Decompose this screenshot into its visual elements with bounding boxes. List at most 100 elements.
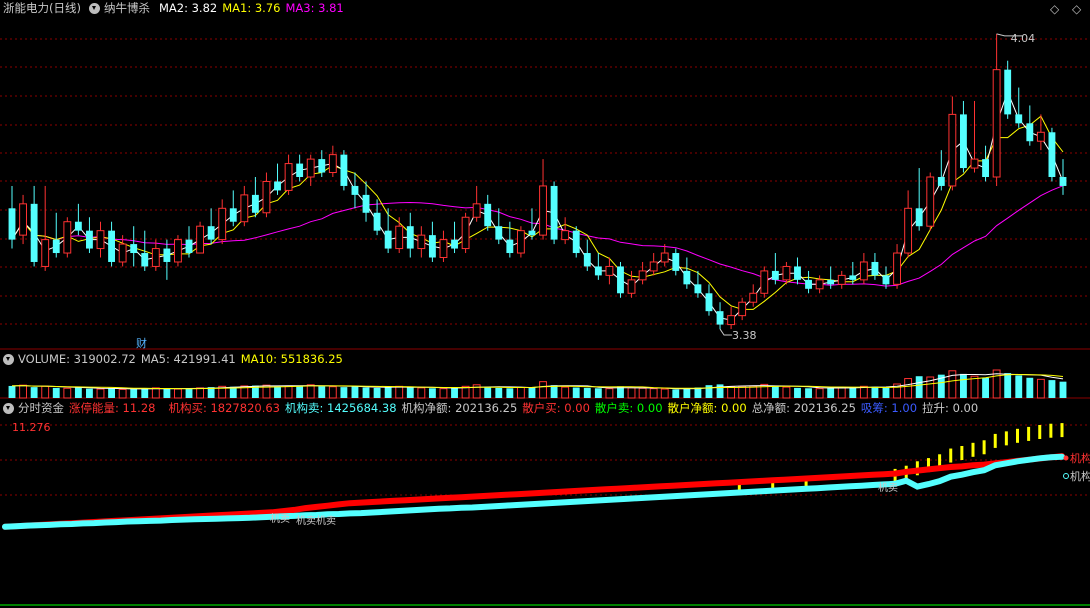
candle-body [8, 208, 16, 240]
candle-body [74, 221, 82, 231]
volume-bar [794, 387, 801, 398]
candle-body [716, 311, 724, 325]
volume-bar [30, 387, 38, 398]
candle-body [196, 225, 205, 254]
candle-body [1026, 123, 1034, 142]
candle-body [992, 69, 1001, 178]
volume-bar [96, 388, 105, 399]
candle-body [63, 221, 72, 254]
volume-bar [284, 385, 293, 399]
candle-body [937, 177, 945, 186]
candle-body [871, 261, 879, 276]
candle-body [185, 239, 193, 254]
candle-body [694, 284, 702, 294]
volume-bar [506, 388, 514, 398]
candle-body [506, 239, 514, 254]
candle-body [108, 230, 115, 262]
volume-bar [484, 387, 492, 398]
volume-bar [141, 388, 149, 398]
volume-bar [163, 388, 171, 398]
candle-body [86, 230, 93, 249]
volume-bar [63, 387, 72, 399]
volume-bar [594, 388, 602, 398]
candle-body [52, 239, 60, 254]
candle-body [982, 159, 989, 177]
candle-body [30, 203, 38, 262]
candle-body [262, 180, 271, 214]
volume-bar [1036, 378, 1045, 399]
volume-bar [174, 388, 182, 399]
volume-bar [805, 388, 812, 398]
candle-body [805, 279, 812, 289]
volume-bar [296, 385, 304, 398]
candle-body [516, 230, 525, 254]
volume-bar [340, 387, 348, 398]
high-label: 4.04 [1011, 32, 1036, 45]
low-label: 3.38 [732, 329, 757, 342]
volume-bar [815, 388, 824, 399]
candle-body [451, 239, 458, 249]
candle-body [274, 181, 281, 191]
volume-bar [185, 388, 193, 398]
end-dot-cyan [1063, 473, 1069, 479]
candle-body [760, 270, 769, 294]
candle-body [218, 207, 227, 241]
low-marker [719, 328, 733, 336]
candle-body [19, 203, 27, 236]
volume-bar [362, 387, 370, 398]
candle-body [495, 226, 503, 240]
volume-bar [74, 387, 82, 398]
volume-bar [19, 384, 27, 399]
volume-bar [86, 388, 93, 398]
candle-body [948, 113, 957, 187]
volume-bar [196, 387, 205, 399]
candle-body [439, 239, 448, 259]
candle-body [41, 239, 50, 267]
candle-body [970, 158, 979, 169]
candle-body [240, 194, 249, 223]
candle-body [251, 194, 259, 213]
end-dot-red [1063, 455, 1069, 461]
volume-bar [550, 385, 558, 398]
stock-chart[interactable]: 4.043.38财11.276机构机构机卖 机卖机卖机卖 [0, 0, 1090, 608]
end-label-red: 机构 [1070, 451, 1090, 465]
volume-bar [1015, 375, 1023, 398]
candle-body [472, 203, 481, 218]
volume-bar [871, 386, 879, 398]
candle-body [207, 226, 215, 240]
volume-bar [318, 386, 326, 398]
volume-bar [118, 388, 127, 399]
candle-body [328, 154, 337, 174]
candle-body [738, 301, 747, 317]
candle-body [406, 226, 414, 249]
volume-bar [705, 385, 713, 398]
volume-bar [151, 387, 160, 399]
volume-bar [384, 387, 392, 398]
candle-body [1059, 177, 1067, 186]
candle-body [306, 158, 315, 178]
volume-bar [827, 387, 835, 398]
candle-body [174, 239, 182, 263]
candle-body [649, 261, 658, 272]
volume-bar [583, 387, 591, 398]
candle-body [849, 275, 857, 280]
end-label-cyan: 机构 [1070, 469, 1090, 483]
volume-bar [108, 388, 115, 398]
candle-body [904, 207, 913, 254]
volume-bar [495, 387, 503, 398]
candle-body [583, 253, 591, 267]
candle-body [296, 163, 304, 177]
volume-bar [41, 385, 50, 399]
volume-bar [8, 385, 16, 398]
volume-bar [627, 387, 636, 399]
volume-bar [970, 375, 979, 399]
volume-bar [915, 376, 923, 398]
volume-bar [406, 387, 414, 398]
candle-body [882, 275, 890, 285]
volume-bar [351, 386, 359, 398]
candle-body [229, 208, 237, 222]
candle-body [130, 244, 138, 254]
volume-bar [727, 386, 736, 399]
candle-body [794, 266, 801, 280]
candle-body [561, 230, 570, 241]
